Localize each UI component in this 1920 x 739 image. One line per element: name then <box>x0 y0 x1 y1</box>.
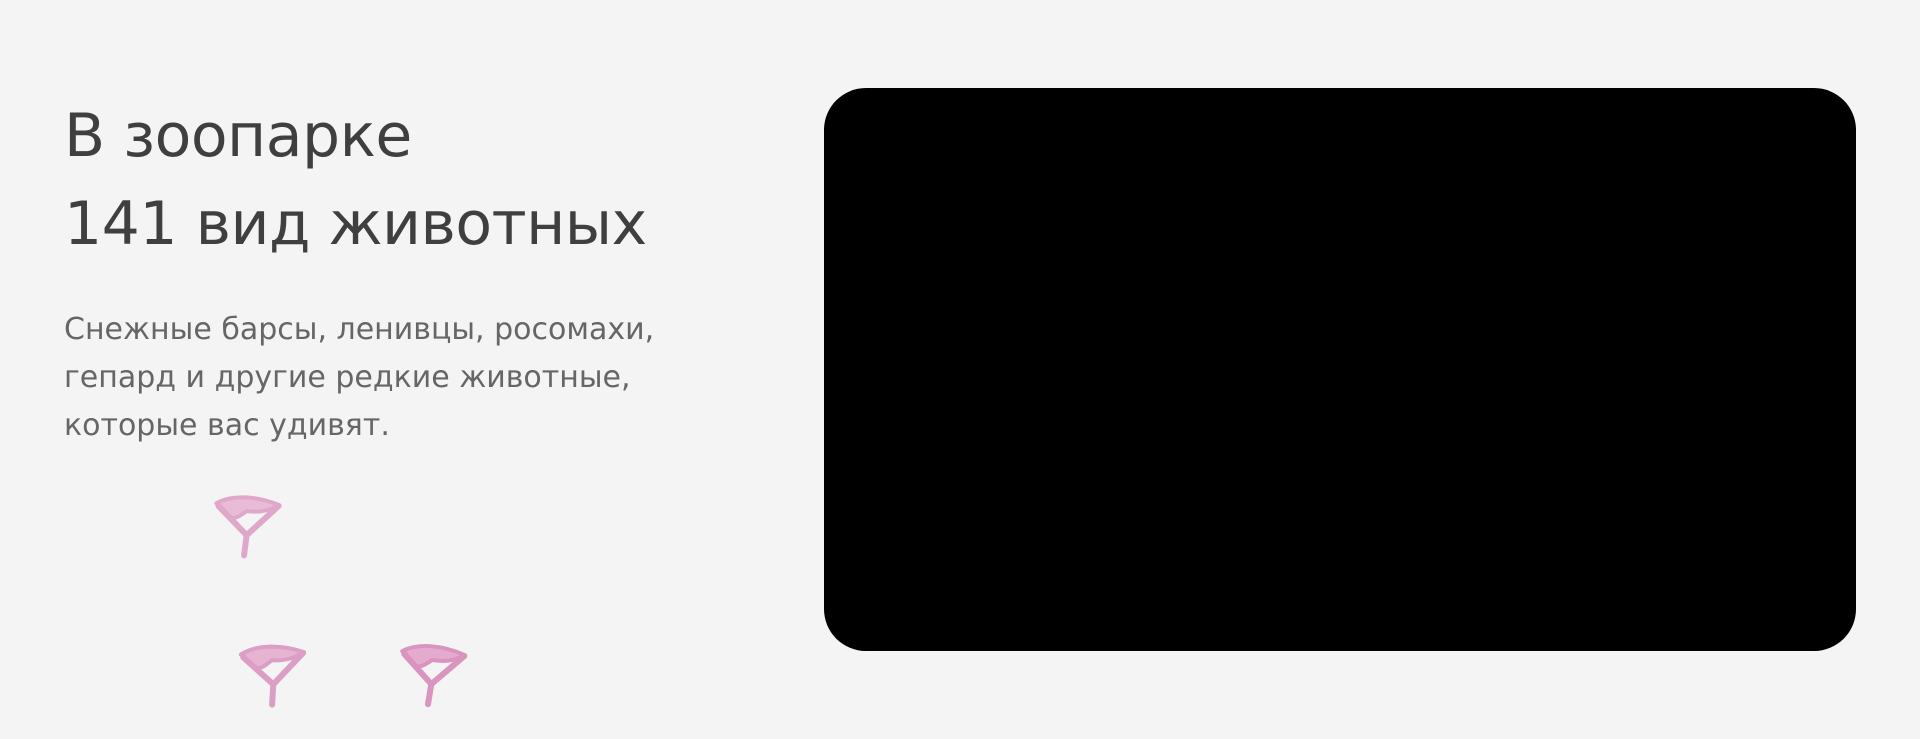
video-panel[interactable] <box>824 88 1856 651</box>
description-line-2: гепард и другие редкие животные, <box>64 360 631 395</box>
description-line-3: которые вас удивят. <box>64 408 390 443</box>
headline-line-2: 141 вид животных <box>64 189 647 259</box>
headline: В зоопарке 141 вид животных <box>64 92 764 268</box>
description: Снежные барсы, ленивцы, росомахи, гепард… <box>64 306 724 450</box>
headline-line-1: В зоопарке <box>64 101 412 171</box>
bird-footprint-icon <box>208 488 291 563</box>
description-line-1: Снежные барсы, ленивцы, росомахи, <box>64 312 655 347</box>
bird-footprint-icon <box>394 639 474 712</box>
bird-footprint-icon <box>232 635 319 715</box>
hero-section: В зоопарке 141 вид животных Снежные барс… <box>64 92 764 450</box>
